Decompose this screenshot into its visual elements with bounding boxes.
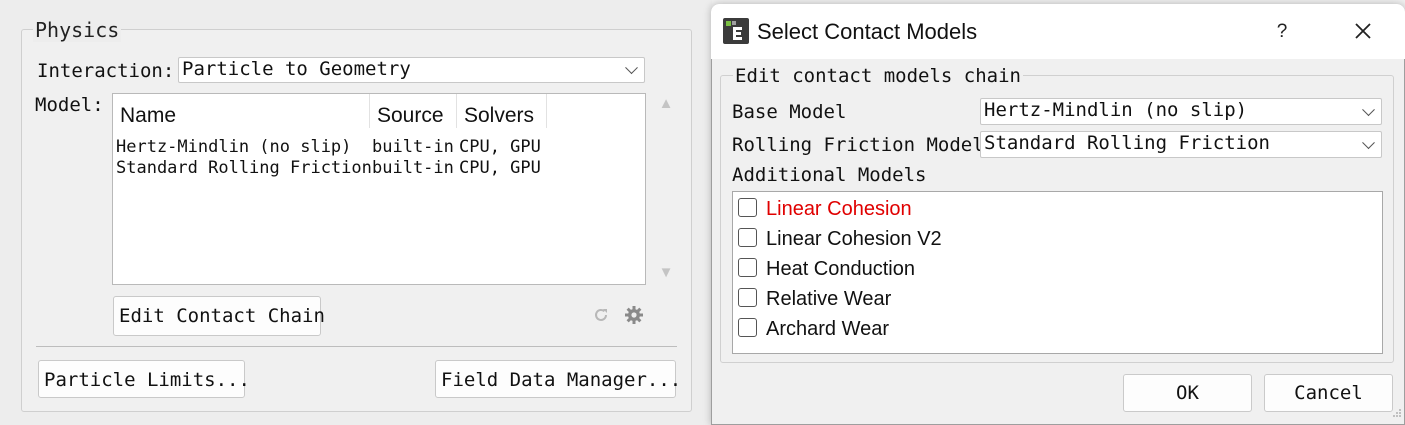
checkbox[interactable]: [738, 288, 757, 307]
rolling-friction-value: Standard Rolling Friction: [984, 132, 1270, 154]
table-cell-name: Hertz-Mindlin (no slip): [116, 137, 352, 157]
interaction-select-value: Particle to Geometry: [182, 58, 411, 80]
edit-chain-group-title: Edit contact models chain: [733, 65, 1023, 87]
list-item-linear-cohesion-v2[interactable]: Linear Cohesion V2: [738, 225, 942, 253]
table-cell-solvers: CPU, GPU: [459, 158, 541, 178]
table-cell-source: built-in: [372, 137, 454, 157]
column-header-source[interactable]: Source: [370, 94, 457, 128]
list-item-linear-cohesion[interactable]: Linear Cohesion: [738, 195, 912, 223]
checkbox[interactable]: [738, 198, 757, 217]
rolling-friction-select[interactable]: Standard Rolling Friction: [980, 131, 1382, 158]
interaction-label: Interaction:: [37, 60, 175, 82]
checkbox[interactable]: [738, 318, 757, 337]
table-row[interactable]: Hertz-Mindlin (no slip) built-in CPU, GPU: [116, 137, 541, 157]
chevron-down-icon: [1362, 135, 1375, 149]
dialog-title: Select Contact Models: [757, 19, 978, 44]
resize-grip-icon[interactable]: [1390, 405, 1402, 417]
app-logo-icon: [723, 18, 749, 44]
move-up-icon[interactable]: ▲: [658, 96, 674, 112]
list-item-label: Linear Cohesion V2: [766, 228, 942, 250]
list-item-label: Relative Wear: [766, 288, 892, 310]
field-data-manager-button[interactable]: Field Data Manager...: [435, 360, 681, 398]
additional-models-list: Linear Cohesion Linear Cohesion V2 Heat …: [732, 191, 1383, 354]
table-cell-solvers: CPU, GPU: [459, 137, 541, 157]
list-item-label: Heat Conduction: [766, 258, 915, 280]
table-cell-source: built-in: [372, 158, 454, 178]
column-header-name[interactable]: Name: [113, 94, 370, 128]
rolling-friction-label: Rolling Friction Model: [732, 134, 984, 156]
chevron-down-icon: [625, 61, 638, 75]
table-row[interactable]: Standard Rolling Frictionbuilt-in CPU, GP…: [116, 158, 541, 178]
refresh-icon[interactable]: [592, 306, 610, 324]
list-item-relative-wear[interactable]: Relative Wear: [738, 285, 891, 313]
list-item-archard-wear[interactable]: Archard Wear: [738, 315, 889, 343]
list-item-label: Linear Cohesion: [766, 198, 912, 220]
ok-button[interactable]: OK: [1123, 374, 1252, 412]
gear-icon[interactable]: [624, 305, 644, 325]
divider: [36, 346, 677, 347]
base-model-select[interactable]: Hertz-Mindlin (no slip): [980, 98, 1382, 125]
base-model-value: Hertz-Mindlin (no slip): [984, 99, 1248, 121]
help-button[interactable]: ?: [1272, 19, 1292, 45]
interaction-select[interactable]: Particle to Geometry: [178, 57, 645, 83]
checkbox[interactable]: [738, 258, 757, 277]
model-label: Model:: [35, 94, 104, 116]
table-cell-name: Standard Rolling Friction: [116, 158, 372, 178]
base-model-label: Base Model: [732, 101, 847, 123]
model-table[interactable]: Name Source Solvers Hertz-Mindlin (no sl…: [112, 93, 646, 285]
checkbox[interactable]: [738, 228, 757, 247]
list-item-heat-conduction[interactable]: Heat Conduction: [738, 255, 915, 283]
physics-group-title: Physics: [33, 18, 122, 42]
cancel-button[interactable]: Cancel: [1264, 374, 1393, 412]
particle-limits-button[interactable]: Particle Limits...: [38, 360, 250, 398]
column-header-solvers[interactable]: Solvers: [457, 94, 547, 128]
move-down-icon[interactable]: ▼: [658, 265, 674, 281]
chevron-down-icon: [1362, 102, 1375, 116]
edit-contact-chain-button[interactable]: Edit Contact Chain: [113, 296, 325, 336]
additional-models-label: Additional Models: [732, 164, 927, 186]
close-icon[interactable]: [1350, 17, 1376, 45]
list-item-label: Archard Wear: [766, 318, 890, 340]
